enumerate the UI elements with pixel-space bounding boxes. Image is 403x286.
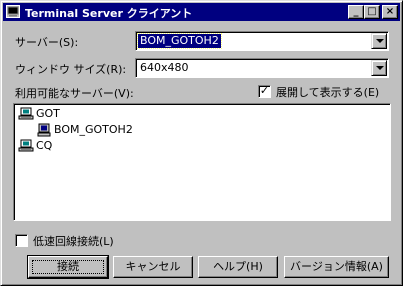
available-servers-label: 利用可能なサーバー(V): (15, 87, 134, 100)
low-speed-label[interactable]: 低速回線接続(L) (33, 233, 114, 249)
cancel-button-label: キャンセル (125, 260, 181, 273)
server-combobox[interactable]: BOM_GOTOH2 (135, 31, 389, 51)
server-value: BOM_GOTOH2 (137, 33, 222, 49)
close-icon: × (385, 6, 395, 17)
help-button[interactable]: ヘルプ(H) (198, 256, 278, 278)
version-info-button-label: バージョン情報(A) (290, 260, 383, 273)
server-tree[interactable]: GOT BOM_GOTOH2 CQ (13, 103, 391, 221)
tree-item-label: CQ (36, 139, 53, 152)
connect-button[interactable]: 接続 (27, 255, 109, 279)
version-info-button[interactable]: バージョン情報(A) (284, 256, 389, 278)
tree-item-label: GOT (36, 107, 60, 120)
checkmark-icon: ✓ (259, 84, 270, 97)
expand-checkbox-label[interactable]: 展開して表示する(E) (276, 84, 379, 100)
help-button-label: ヘルプ(H) (213, 260, 263, 273)
domain-icon (18, 107, 34, 120)
tree-item-label: BOM_GOTOH2 (54, 123, 133, 136)
window-title: Terminal Server クライアント (25, 7, 193, 20)
server-label: サーバー(S): (15, 36, 79, 49)
window-size-value: 640x480 (140, 61, 189, 74)
terminal-server-client-window: Terminal Server クライアント _ □ × サーバー(S): BO… (0, 0, 403, 286)
domain-icon (18, 139, 34, 152)
low-speed-checkbox[interactable] (15, 234, 28, 247)
title-bar[interactable]: Terminal Server クライアント _ □ × (3, 3, 400, 21)
window-size-combobox[interactable]: 640x480 (135, 58, 389, 78)
minimize-icon: _ (353, 6, 359, 17)
cancel-button[interactable]: キャンセル (113, 256, 193, 278)
expand-checkbox[interactable]: ✓ (258, 85, 271, 98)
window-size-label: ウィンドウ サイズ(R): (15, 63, 127, 76)
computer-icon (37, 123, 51, 137)
focus-rect (32, 260, 104, 274)
close-button[interactable]: × (382, 5, 398, 19)
maximize-button[interactable]: □ (364, 5, 380, 19)
minimize-button[interactable]: _ (348, 5, 364, 19)
chevron-down-icon[interactable] (371, 33, 387, 49)
maximize-icon: □ (367, 6, 377, 17)
chevron-down-icon[interactable] (371, 60, 387, 76)
terminal-app-icon (6, 5, 20, 18)
